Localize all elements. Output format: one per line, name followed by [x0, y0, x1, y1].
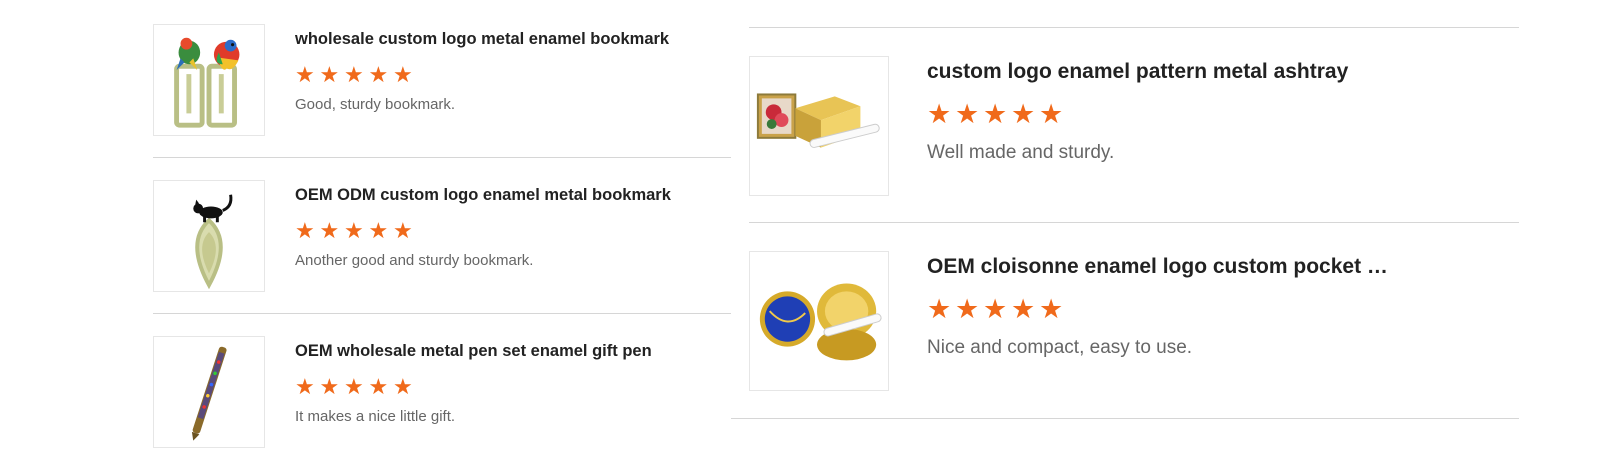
star-icon: ★: [1039, 294, 1064, 324]
star-icon: ★: [295, 62, 315, 87]
star-rating: ★ ★ ★ ★ ★: [927, 101, 1397, 128]
product-image[interactable]: [153, 180, 265, 292]
star-icon: ★: [1039, 99, 1064, 129]
product-image[interactable]: [153, 24, 265, 136]
cat-bookmark-icon: [193, 194, 233, 290]
parrot-bookmark-icon: [174, 37, 240, 128]
divider-left-1: [153, 157, 731, 158]
divider-right-top: [749, 27, 1519, 28]
review-text: Well made and sturdy.: [927, 142, 1115, 163]
divider-right-1: [749, 222, 1519, 223]
star-icon: ★: [955, 99, 980, 129]
star-rating: ★ ★ ★ ★ ★: [295, 376, 715, 398]
review-card[interactable]: OEM cloisonne enamel logo custom pocket …: [749, 251, 1397, 391]
star-icon: ★: [344, 62, 364, 87]
star-rating: ★ ★ ★ ★ ★: [295, 64, 715, 86]
star-icon: ★: [319, 62, 340, 87]
review-card[interactable]: OEM wholesale metal pen set enamel gift …: [153, 336, 715, 448]
product-image[interactable]: [749, 56, 889, 196]
product-title[interactable]: OEM ODM custom logo enamel metal bookmar…: [295, 186, 715, 205]
star-icon: ★: [319, 218, 340, 243]
review-card[interactable]: OEM ODM custom logo enamel metal bookmar…: [153, 180, 715, 292]
star-icon: ★: [927, 294, 952, 324]
review-text: Good, sturdy bookmark.: [295, 96, 456, 113]
star-icon: ★: [295, 218, 315, 243]
star-rating: ★ ★ ★ ★ ★: [927, 296, 1397, 323]
star-icon: ★: [1011, 294, 1036, 324]
review-text: Nice and compact, easy to use.: [927, 337, 1193, 358]
divider-right-2: [731, 418, 1519, 419]
star-icon: ★: [344, 374, 364, 399]
pocket-ashtray-icon: [759, 283, 882, 361]
star-icon: ★: [368, 62, 389, 87]
product-image[interactable]: [749, 251, 889, 391]
review-card[interactable]: custom logo enamel pattern metal ashtray…: [749, 56, 1397, 196]
star-icon: ★: [344, 218, 364, 243]
star-rating: ★ ★ ★ ★ ★: [295, 220, 715, 242]
review-text: It makes a nice little gift.: [295, 408, 456, 425]
star-icon: ★: [955, 294, 980, 324]
star-icon: ★: [393, 374, 413, 399]
review-card[interactable]: wholesale custom logo metal enamel bookm…: [153, 24, 715, 136]
product-title[interactable]: custom logo enamel pattern metal ashtray: [927, 60, 1397, 84]
product-title[interactable]: OEM wholesale metal pen set enamel gift …: [295, 342, 715, 361]
star-icon: ★: [368, 374, 389, 399]
product-image[interactable]: [153, 336, 265, 448]
star-icon: ★: [319, 374, 340, 399]
review-text: Another good and sturdy bookmark.: [295, 252, 534, 269]
star-icon: ★: [983, 99, 1008, 129]
star-icon: ★: [983, 294, 1008, 324]
product-title[interactable]: OEM cloisonne enamel logo custom pocket …: [927, 255, 1397, 279]
star-icon: ★: [295, 374, 315, 399]
star-icon: ★: [393, 218, 413, 243]
enamel-pen-icon: [191, 346, 227, 441]
star-icon: ★: [1011, 99, 1036, 129]
product-title[interactable]: wholesale custom logo metal enamel bookm…: [295, 30, 715, 49]
divider-left-2: [153, 313, 731, 314]
star-icon: ★: [368, 218, 389, 243]
star-icon: ★: [927, 99, 952, 129]
star-icon: ★: [393, 62, 413, 87]
ashtray-icon: [756, 93, 880, 148]
